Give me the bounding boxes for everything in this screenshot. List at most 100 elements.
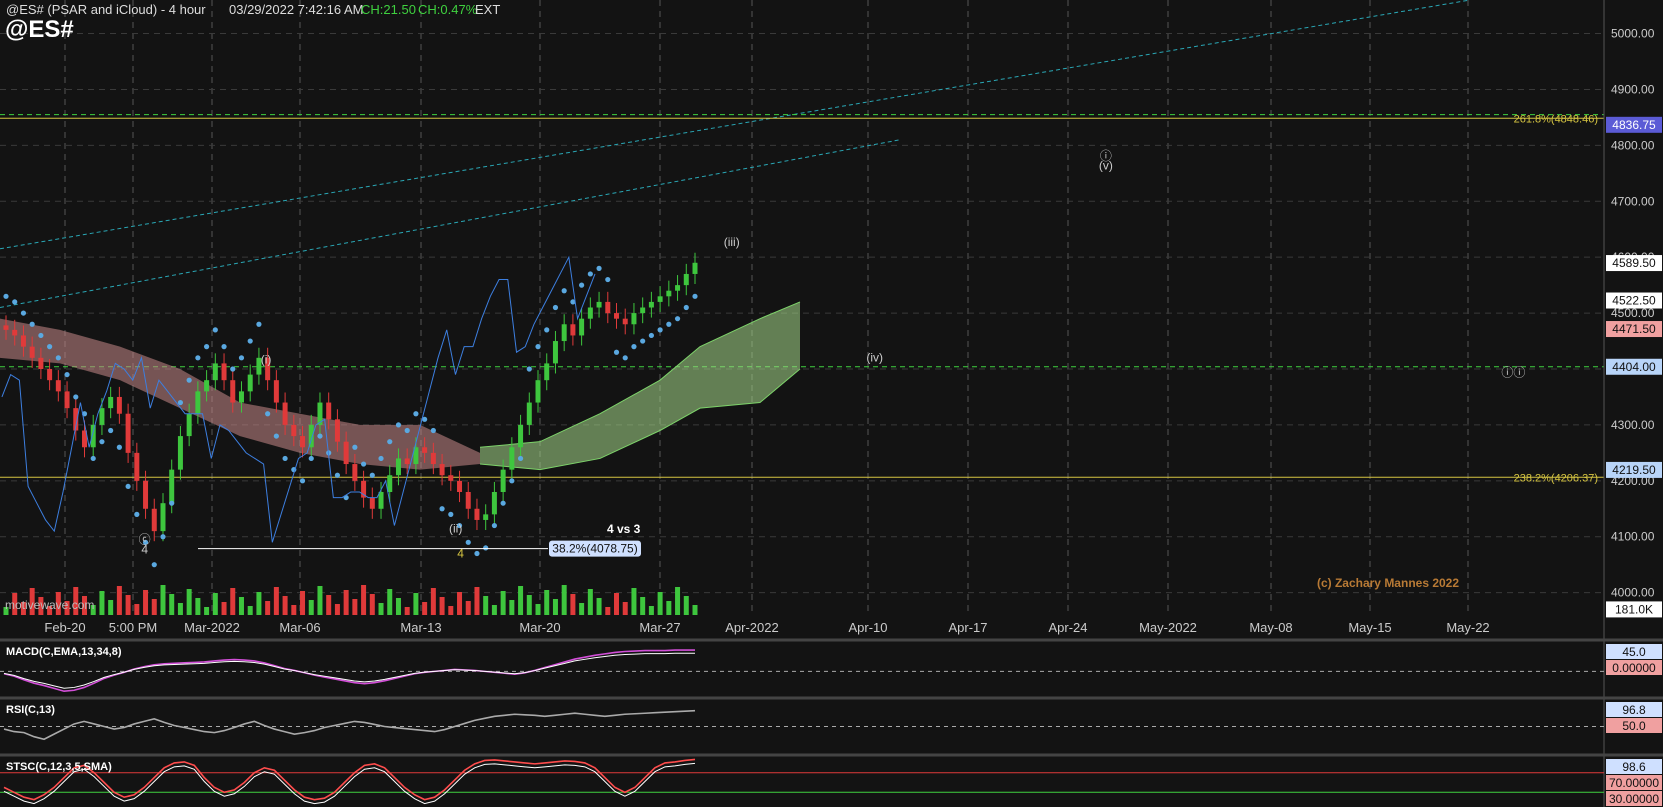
candle-body	[352, 464, 358, 481]
symbol-label: @ES#	[5, 16, 74, 43]
candle-body	[186, 413, 192, 437]
candle-body	[692, 262, 698, 274]
psar-dot	[20, 310, 27, 316]
volume-bar	[186, 589, 192, 615]
psar-dot	[116, 444, 122, 450]
psar-dot	[544, 327, 550, 333]
psar-dot	[404, 427, 410, 434]
psar-dot	[674, 316, 681, 322]
candle-body	[116, 396, 122, 414]
panel-title-0: MACD(C,EMA,13,34,8)	[6, 646, 122, 658]
psar-dot	[526, 366, 532, 372]
panel-badge-0-1: 0.00000	[1612, 661, 1656, 675]
volume-bar	[221, 602, 227, 615]
chart-canvas[interactable]: 261.8%(4848.46)238.2%(4206.37)38.2%(4078…	[0, 0, 1663, 807]
volume-bar	[369, 594, 375, 615]
volume-bar	[282, 596, 288, 615]
volume-bar	[343, 590, 349, 615]
candle-body	[509, 447, 515, 470]
psar-dot	[500, 500, 506, 506]
candle-body	[12, 329, 18, 336]
psar-dot	[465, 539, 471, 545]
volume-bar	[605, 607, 611, 615]
candle-body	[55, 380, 61, 392]
volume-bar	[648, 606, 654, 615]
volume-bar	[352, 599, 358, 615]
volume-bar	[361, 585, 367, 615]
volume-bar	[465, 601, 471, 615]
volume-bar	[622, 602, 628, 615]
candle-body	[483, 514, 489, 520]
volume-bar	[640, 597, 646, 615]
candle-body	[47, 369, 53, 381]
volume-bar	[474, 587, 480, 615]
candle-body	[666, 290, 672, 297]
psar-dot	[12, 299, 18, 305]
volume-bar	[448, 606, 454, 615]
target-badge-label: 38.2%(4078.75)	[552, 542, 637, 556]
header-session: EXT	[475, 2, 501, 17]
panel-badge-0-0: 45.0	[1622, 645, 1646, 659]
candle-body	[500, 469, 506, 492]
x-tick-12: May-08	[1249, 620, 1292, 635]
wave-label-5: ⓘ	[1100, 149, 1112, 163]
candle-body	[195, 391, 201, 414]
volume-bar	[99, 591, 105, 615]
volume-bar	[317, 586, 323, 615]
psar-dot	[430, 427, 436, 434]
volume-bar	[395, 598, 401, 615]
volume-bar	[160, 585, 166, 615]
volume-bar	[177, 603, 183, 615]
trend-line-lower	[0, 139, 901, 308]
candle-body	[387, 475, 393, 492]
y-tick-9: 4100.00	[1611, 530, 1655, 544]
volume-bar	[378, 603, 384, 615]
psar-dot	[561, 288, 567, 294]
volume-bar	[326, 595, 332, 615]
volume-bar	[413, 593, 419, 615]
panel-title-2: STSC(C,12,3,5,SMA)	[6, 761, 112, 773]
psar-dot	[605, 276, 611, 283]
volume-bar	[596, 598, 602, 615]
watermark: motivewave.com	[5, 598, 95, 612]
header-datetime: 03/29/2022 7:42:16 AM	[229, 2, 364, 17]
psar-dot	[648, 332, 654, 339]
candle-body	[552, 341, 558, 364]
candle-body	[273, 380, 279, 403]
psar-dot	[552, 304, 559, 311]
panel-badge-1-0: 96.8	[1622, 703, 1646, 717]
candle-body	[648, 301, 654, 308]
x-tick-13: May-15	[1348, 620, 1391, 635]
volume-bar	[552, 599, 558, 615]
wave-label-6: ⓘⓘ	[1501, 365, 1525, 379]
wave-label-1: (ii)	[449, 521, 462, 535]
volume-bar	[273, 587, 279, 615]
psar-dot	[64, 371, 70, 378]
candle-body	[404, 458, 410, 465]
psar-dot	[439, 506, 445, 512]
volume-bar	[518, 586, 524, 615]
psar-dot	[195, 355, 201, 361]
psar-dot	[631, 344, 637, 350]
header-change-pct: CH:0.47%	[418, 2, 478, 17]
chart-title: @ES# (PSAR and iCloud) - 4 hour	[6, 2, 206, 17]
candle-body	[326, 402, 332, 420]
price-badge-0: 4836.75	[1612, 118, 1656, 132]
volume-bar	[692, 605, 698, 615]
volume-bar	[526, 595, 532, 615]
candle-body	[99, 408, 105, 425]
x-tick-0: Feb-20	[44, 620, 85, 635]
volume-bar	[291, 605, 297, 615]
candle-body	[247, 374, 253, 392]
volume-bar	[387, 589, 393, 615]
x-tick-8: Apr-10	[848, 620, 887, 635]
volume-bar	[256, 592, 262, 615]
candle-body	[544, 363, 550, 381]
candle-body	[160, 503, 166, 532]
volume-bar	[491, 605, 497, 615]
psar-dot	[177, 399, 184, 406]
candle-body	[561, 324, 567, 342]
x-tick-11: May-2022	[1139, 620, 1197, 635]
x-tick-6: Mar-27	[639, 620, 680, 635]
x-tick-7: Apr-2022	[725, 620, 778, 635]
